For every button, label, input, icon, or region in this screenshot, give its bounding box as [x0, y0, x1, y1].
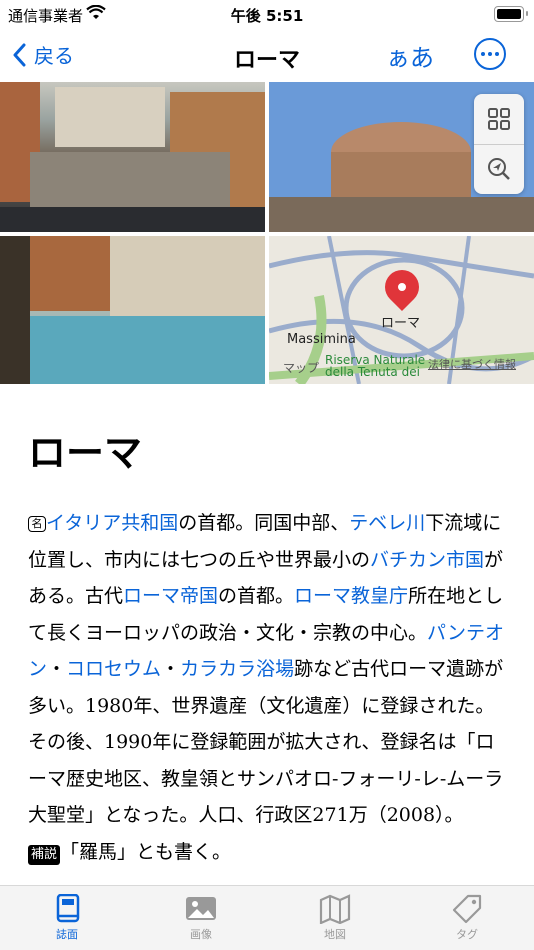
article-body: 名イタリア共和国の首都。同国中部、テベレ川下流域に位置し、市内には七つの丘や世界…	[28, 505, 510, 870]
tab-book[interactable]: 誌面	[0, 894, 134, 942]
link-italy[interactable]: イタリア共和国	[46, 512, 178, 534]
status-bar: 通信事業者 午後 5:51	[0, 0, 534, 28]
link-colosseum[interactable]: コロセウム	[66, 658, 161, 680]
book-icon	[56, 894, 80, 923]
map-place-label: Massimina	[287, 332, 356, 347]
link-tiber[interactable]: テベレ川	[349, 512, 425, 534]
photo-castel-santangelo[interactable]	[269, 82, 534, 232]
more-button[interactable]	[474, 38, 506, 70]
maps-logo: マップ	[283, 361, 320, 375]
text: の首都。	[218, 585, 295, 607]
tab-label: 画像	[190, 928, 212, 941]
more-dot-icon	[481, 52, 485, 56]
link-vatican[interactable]: バチカン市国	[370, 549, 484, 571]
page-title: ローマ	[233, 48, 300, 73]
text-size-button[interactable]: ぁあ	[386, 38, 434, 73]
grid-icon[interactable]	[487, 107, 511, 131]
photo-spanish-steps[interactable]	[0, 82, 265, 232]
tab-photo[interactable]: 画像	[134, 894, 268, 942]
text: ・	[47, 658, 67, 680]
text: の首都。同国中部、	[178, 512, 350, 534]
map-reserve-label: Riserva Naturale della Tenuta dei Massim…	[325, 354, 426, 376]
tab-tag[interactable]: タグ	[400, 894, 534, 942]
note-tag: 補説	[28, 844, 61, 865]
photo-trevi-fountain[interactable]	[0, 236, 265, 384]
link-holy-see[interactable]: ローマ教皇庁	[294, 585, 408, 607]
text: 跡など古代ローマ遺跡が多い。1980年、世界遺産（文化遺産）に登録された。その後…	[28, 658, 504, 826]
map-pin-label: ローマ	[381, 316, 421, 331]
tab-label: 地図	[324, 928, 346, 941]
more-dot-icon	[488, 52, 492, 56]
navigation-bar: 戻る ローマ ぁあ	[0, 30, 534, 80]
location-search-icon[interactable]	[487, 157, 511, 181]
noun-mark-icon: 名	[28, 516, 46, 532]
link-roman-empire[interactable]: ローマ帝国	[123, 585, 218, 607]
tab-label: 誌面	[56, 928, 78, 941]
tab-map[interactable]: 地図	[268, 894, 402, 942]
photo-tools	[474, 94, 524, 194]
map-icon	[319, 894, 351, 924]
legal-link[interactable]: 法律に基づく情報	[428, 356, 516, 372]
tab-bar: 誌面 画像 地図 タグ	[0, 885, 534, 950]
photo-icon	[186, 897, 216, 920]
article-heading: ローマ	[28, 430, 143, 475]
tab-label: タグ	[456, 928, 478, 941]
divider	[474, 144, 524, 145]
map-thumbnail[interactable]: ローマ Massimina Riserva Naturale della Ten…	[269, 236, 534, 384]
note-text: 「羅馬」とも書く。	[60, 840, 232, 863]
battery-icon	[494, 6, 528, 22]
article: ローマ 名イタリア共和国の首都。同国中部、テベレ川下流域に位置し、市内には七つの…	[28, 400, 510, 870]
photo-grid: ローマ Massimina Riserva Naturale della Ten…	[0, 82, 534, 384]
more-dot-icon	[495, 52, 499, 56]
status-time: 午後 5:51	[230, 7, 304, 25]
tag-icon	[452, 894, 482, 924]
text: ・	[161, 658, 181, 680]
link-caracalla[interactable]: カラカラ浴場	[180, 658, 294, 680]
